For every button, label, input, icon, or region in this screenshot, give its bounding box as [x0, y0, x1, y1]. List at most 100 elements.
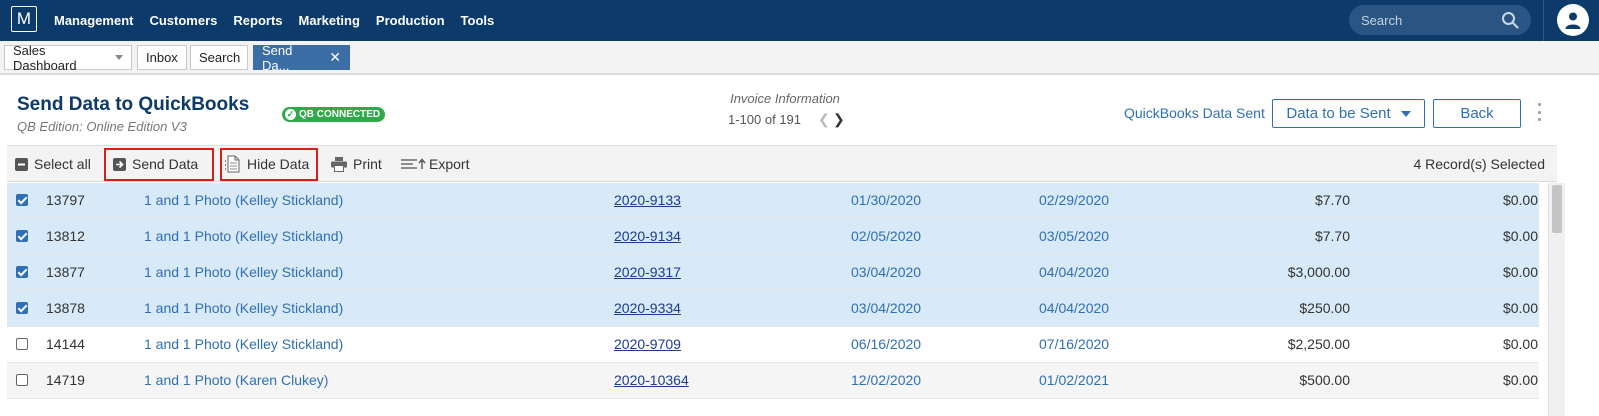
tab-label: Inbox [146, 50, 178, 65]
tab-inbox[interactable]: Inbox [137, 45, 187, 70]
balance-amount: $0.00 [1502, 336, 1538, 352]
minus-square-icon [15, 157, 28, 171]
due-date[interactable]: 07/16/2020 [1039, 327, 1109, 362]
tab-sales-dashboard[interactable]: Sales Dashboard [4, 43, 132, 73]
row-checkbox[interactable] [16, 266, 28, 278]
qb-data-sent-link[interactable]: QuickBooks Data Sent [1124, 105, 1265, 121]
customer-link[interactable]: 1 and 1 Photo (Kelley Stickland) [144, 291, 343, 326]
more-options-icon[interactable] [1538, 103, 1542, 121]
invoice-date[interactable]: 03/04/2020 [851, 255, 921, 290]
customer-link[interactable]: 1 and 1 Photo (Kelley Stickland) [144, 219, 343, 254]
invoice-link[interactable]: 2020-10364 [614, 363, 689, 398]
tab-send-data[interactable]: Send Da... ✕ [253, 42, 350, 73]
due-date[interactable]: 02/29/2020 [1039, 183, 1109, 218]
print-label: Print [353, 156, 382, 172]
table-row[interactable]: 13878 1 and 1 Photo (Kelley Stickland) 2… [7, 291, 1539, 327]
row-checkbox[interactable] [16, 374, 28, 386]
record-id: 13812 [46, 228, 85, 244]
search-icon[interactable] [1501, 11, 1519, 29]
due-date[interactable]: 04/04/2020 [1039, 255, 1109, 290]
caret-down-icon [1400, 110, 1411, 117]
tab-bar: Sales Dashboard Inbox Search Send Da... … [0, 41, 1599, 75]
customer-link[interactable]: 1 and 1 Photo (Kelley Stickland) [144, 183, 343, 218]
select-all-label: Select all [34, 156, 91, 172]
chevron-down-icon[interactable] [115, 55, 123, 60]
tab-label: Send Da... [262, 42, 293, 73]
invoice-amount: $7.70 [1314, 192, 1350, 208]
records-selected: 4 Record(s) Selected [1413, 156, 1545, 172]
data-view-dropdown[interactable]: Data to be Sent [1272, 99, 1425, 128]
chevron-left-icon[interactable]: ❮ [818, 111, 830, 128]
hide-data-highlight [220, 148, 318, 181]
invoice-date[interactable]: 02/05/2020 [851, 219, 921, 254]
customer-link[interactable]: 1 and 1 Photo (Kelley Stickland) [144, 255, 343, 290]
nav-customers[interactable]: Customers [149, 13, 217, 28]
due-date[interactable]: 01/02/2021 [1039, 363, 1109, 398]
invoice-amount: $500.00 [1299, 372, 1350, 388]
record-id: 13877 [46, 264, 85, 280]
user-icon [1565, 12, 1581, 29]
record-id: 14144 [46, 336, 85, 352]
back-button[interactable]: Back [1433, 99, 1521, 128]
row-checkbox[interactable] [16, 230, 28, 242]
due-date[interactable]: 04/04/2020 [1039, 291, 1109, 326]
record-id: 13797 [46, 192, 85, 208]
due-date[interactable]: 03/05/2020 [1039, 219, 1109, 254]
check-circle-icon: ✓ [285, 109, 296, 120]
invoice-link[interactable]: 2020-9317 [614, 255, 681, 290]
dropdown-label: Data to be Sent [1286, 105, 1391, 122]
balance-amount: $0.00 [1502, 192, 1538, 208]
qb-edition: QB Edition: Online Edition V3 [17, 119, 187, 134]
balance-amount: $0.00 [1502, 264, 1538, 280]
info-title: Invoice Information [730, 91, 840, 106]
nav-tools[interactable]: Tools [461, 13, 495, 28]
balance-amount: $0.00 [1502, 372, 1538, 388]
row-checkbox[interactable] [16, 302, 28, 314]
user-avatar[interactable] [1557, 4, 1589, 36]
export-button[interactable]: Export [401, 146, 469, 182]
invoice-amount: $2,250.00 [1287, 336, 1350, 352]
customer-link[interactable]: 1 and 1 Photo (Karen Clukey) [144, 363, 328, 398]
table-row[interactable]: 14719 1 and 1 Photo (Karen Clukey) 2020-… [7, 363, 1539, 399]
invoice-link[interactable]: 2020-9334 [614, 291, 681, 326]
nav-production[interactable]: Production [376, 13, 445, 28]
send-data-highlight [104, 148, 214, 181]
table-scrollbar[interactable] [1548, 183, 1565, 416]
top-nav: M Management Customers Reports Marketing… [0, 0, 1599, 41]
table-row[interactable]: 13877 1 and 1 Photo (Kelley Stickland) 2… [7, 255, 1539, 291]
invoice-date[interactable]: 12/02/2020 [851, 363, 921, 398]
row-checkbox[interactable] [16, 194, 28, 206]
close-icon[interactable]: ✕ [329, 49, 341, 66]
table-row[interactable]: 13812 1 and 1 Photo (Kelley Stickland) 2… [7, 219, 1539, 255]
balance-amount: $0.00 [1502, 228, 1538, 244]
page-range: 1-100 of 191 [728, 112, 802, 127]
invoice-date[interactable]: 06/16/2020 [851, 327, 921, 362]
page-title: Send Data to QuickBooks [17, 94, 250, 115]
status-badge: ✓ QB CONNECTED [282, 107, 386, 122]
nav-divider [1543, 0, 1544, 41]
global-search [1349, 5, 1531, 35]
invoice-date[interactable]: 01/30/2020 [851, 183, 921, 218]
invoice-link[interactable]: 2020-9709 [614, 327, 681, 362]
tab-search[interactable]: Search [190, 45, 248, 70]
invoice-link[interactable]: 2020-9133 [614, 183, 681, 218]
row-checkbox[interactable] [16, 338, 28, 350]
nav-marketing[interactable]: Marketing [299, 13, 360, 28]
balance-amount: $0.00 [1502, 300, 1538, 316]
tab-label: Search [199, 50, 241, 65]
scrollbar-thumb[interactable] [1552, 185, 1562, 233]
search-input[interactable] [1361, 12, 1491, 28]
select-all-button[interactable]: Select all [15, 146, 91, 182]
app-logo[interactable]: M [11, 6, 37, 32]
nav-reports[interactable]: Reports [233, 13, 282, 28]
customer-link[interactable]: 1 and 1 Photo (Kelley Stickland) [144, 327, 343, 362]
table-row[interactable]: 14144 1 and 1 Photo (Kelley Stickland) 2… [7, 327, 1539, 363]
main-menu: Management Customers Reports Marketing P… [54, 0, 494, 41]
print-button[interactable]: Print [331, 146, 382, 182]
invoice-link[interactable]: 2020-9134 [614, 219, 681, 254]
nav-management[interactable]: Management [54, 13, 133, 28]
invoice-date[interactable]: 03/04/2020 [851, 291, 921, 326]
chevron-right-icon[interactable]: ❯ [833, 111, 845, 128]
printer-icon [331, 156, 347, 172]
table-row[interactable]: 13797 1 and 1 Photo (Kelley Stickland) 2… [7, 183, 1539, 219]
